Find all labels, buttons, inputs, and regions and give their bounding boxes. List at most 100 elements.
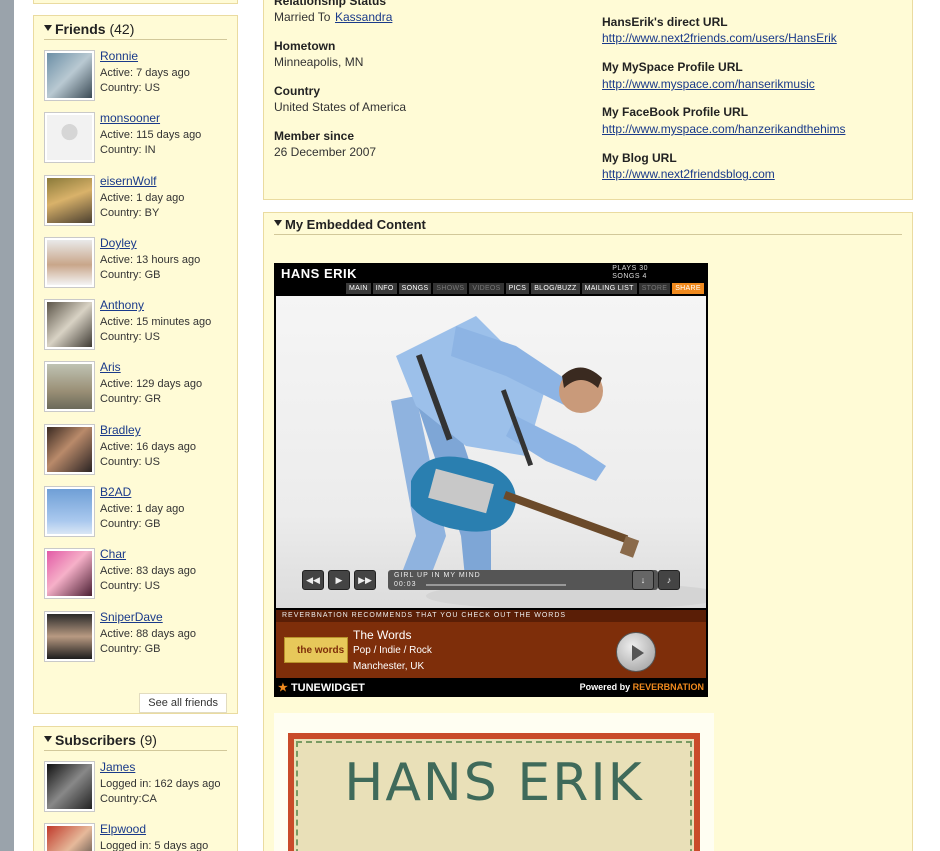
- friend-country: Country: US: [100, 82, 160, 94]
- facebook-link[interactable]: http://www.myspace.com/hanzerikandthehim…: [602, 122, 845, 136]
- widget-tab-store[interactable]: STORE: [638, 283, 671, 294]
- band-genre: Pop / Indie / Rock: [353, 645, 432, 656]
- avatar[interactable]: [44, 175, 95, 226]
- band-play-button[interactable]: [616, 632, 656, 672]
- powered-by-text: Powered by: [579, 682, 631, 692]
- embedded-header[interactable]: My Embedded Content: [274, 216, 902, 235]
- widget-tab-blog[interactable]: BLOG/BUZZ: [531, 283, 580, 294]
- widget-tab-share[interactable]: SHARE: [672, 283, 704, 294]
- friend-country: Country: GR: [100, 393, 162, 405]
- avatar[interactable]: [44, 486, 95, 537]
- avatar[interactable]: [44, 50, 95, 101]
- hometown-label: Hometown: [274, 39, 336, 53]
- profile-info-panel: Relationship Status Married To Kassandra…: [263, 0, 913, 200]
- friend-name-link[interactable]: monsooner: [100, 111, 160, 125]
- avatar[interactable]: [44, 823, 95, 851]
- friend-active: Active: 15 minutes ago: [100, 316, 212, 328]
- blog-label: My Blog URL: [602, 151, 677, 165]
- friend-item: Char Active: 83 days ago Country: US: [44, 547, 229, 602]
- friends-header[interactable]: Friends (42): [44, 21, 227, 40]
- friend-country: Country: GB: [100, 518, 161, 530]
- subscriber-item: James Logged in: 162 days ago Country:CA: [44, 760, 229, 815]
- avatar[interactable]: [44, 237, 95, 288]
- avatar[interactable]: [44, 112, 95, 163]
- blog-link[interactable]: http://www.next2friendsblog.com: [602, 167, 775, 181]
- recommended-band[interactable]: the words The Words Pop / Indie / Rock M…: [276, 622, 706, 678]
- download-icon[interactable]: ↓: [632, 570, 654, 590]
- tunewidget-label[interactable]: ★ TUNEWIDGET: [278, 681, 365, 694]
- collapse-triangle-icon[interactable]: [274, 220, 282, 226]
- friend-name-link[interactable]: Bradley: [100, 423, 141, 437]
- track-progress-bar[interactable]: [426, 584, 566, 586]
- friend-name-link[interactable]: SniperDave: [100, 610, 163, 624]
- friend-item: Aris Active: 129 days ago Country: GR: [44, 360, 229, 415]
- music-widget: HANS ERIK PLAYS 30 SONGS 4 MAIN INFO SON…: [274, 263, 708, 697]
- friend-item: Doyley Active: 13 hours ago Country: GB: [44, 236, 229, 291]
- friend-name-link[interactable]: eisernWolf: [100, 174, 156, 188]
- avatar[interactable]: [44, 424, 95, 475]
- friend-item: eisernWolf Active: 1 day ago Country: BY: [44, 174, 229, 229]
- country-label: Country: [274, 84, 320, 98]
- subscriber-name-link[interactable]: James: [100, 760, 135, 774]
- relationship-prefix: Married To: [274, 10, 331, 24]
- subscribers-header[interactable]: Subscribers (9): [44, 732, 227, 751]
- widget-tab-info[interactable]: INFO: [372, 283, 397, 294]
- friend-item: Anthony Active: 15 minutes ago Country: …: [44, 298, 229, 353]
- myspace-label: My MySpace Profile URL: [602, 60, 743, 74]
- friend-country: Country: US: [100, 456, 160, 468]
- friend-item: SniperDave Active: 88 days ago Country: …: [44, 610, 229, 665]
- friend-name-link[interactable]: Aris: [100, 360, 121, 374]
- partner-link[interactable]: Kassandra: [335, 10, 392, 24]
- volume-icon[interactable]: ♪: [658, 570, 680, 590]
- star-icon: ★: [278, 682, 288, 694]
- see-all-friends-button[interactable]: See all friends: [139, 693, 227, 713]
- subscriber-country: Country:CA: [100, 793, 157, 805]
- friend-country: Country: IN: [100, 144, 156, 156]
- friend-name-link[interactable]: Doyley: [100, 236, 137, 250]
- track-name: GIRL UP IN MY MIND: [394, 572, 481, 579]
- band-city: Manchester, UK: [353, 661, 425, 672]
- friend-name-link[interactable]: Ronnie: [100, 49, 138, 63]
- subscriber-logged: Logged in: 5 days ago: [100, 840, 209, 851]
- widget-tab-songs[interactable]: SONGS: [398, 283, 432, 294]
- widget-tab-main[interactable]: MAIN: [346, 283, 371, 294]
- collapse-triangle-icon[interactable]: [44, 736, 52, 742]
- friend-country: Country: GB: [100, 269, 161, 281]
- friends-count: (42): [109, 21, 135, 37]
- band-logo: the words: [284, 637, 348, 663]
- friend-name-link[interactable]: Anthony: [100, 298, 144, 312]
- embedded-title: My Embedded Content: [285, 217, 426, 232]
- friends-panel: Friends (42) Ronnie Active: 7 days ago C…: [33, 15, 238, 714]
- hometown-value: Minneapolis, MN: [274, 55, 364, 69]
- rewind-button[interactable]: ◀◀: [302, 570, 324, 590]
- member-since-value: 26 December 2007: [274, 145, 377, 159]
- avatar[interactable]: [44, 548, 95, 599]
- friend-name-link[interactable]: Char: [100, 547, 126, 561]
- friend-active: Active: 83 days ago: [100, 565, 197, 577]
- avatar[interactable]: [44, 361, 95, 412]
- widget-tab-mailing[interactable]: MAILING LIST: [581, 283, 637, 294]
- play-button[interactable]: ▶: [328, 570, 350, 590]
- widget-tab-shows[interactable]: SHOWS: [433, 283, 468, 294]
- tunewidget-text: TUNEWIDGET: [290, 682, 365, 694]
- widget-plays: PLAYS 30: [612, 265, 648, 272]
- subscriber-name-link[interactable]: Elpwood: [100, 822, 146, 836]
- collapse-triangle-icon[interactable]: [44, 25, 52, 31]
- avatar[interactable]: [44, 299, 95, 350]
- powered-by[interactable]: Powered by REVERBNATION: [580, 682, 704, 692]
- friend-active: Active: 1 day ago: [100, 192, 185, 204]
- band-logo-text: the words: [297, 645, 345, 656]
- track-time: 00:03: [394, 581, 417, 588]
- widget-tab-videos[interactable]: VIDEOS: [469, 283, 504, 294]
- friend-active: Active: 1 day ago: [100, 503, 185, 515]
- myspace-link[interactable]: http://www.myspace.com/hanserikmusic: [602, 77, 815, 91]
- avatar[interactable]: [44, 761, 95, 812]
- friend-item: Ronnie Active: 7 days ago Country: US: [44, 49, 229, 104]
- avatar[interactable]: [44, 611, 95, 662]
- friend-active: Active: 88 days ago: [100, 628, 197, 640]
- fast-forward-button[interactable]: ▶▶: [354, 570, 376, 590]
- widget-tab-pics[interactable]: PICS: [505, 283, 530, 294]
- friend-name-link[interactable]: B2AD: [100, 485, 131, 499]
- recommendation-bar: REVERBNATION RECOMMENDS THAT YOU CHECK O…: [276, 610, 706, 622]
- direct-url-link[interactable]: http://www.next2friends.com/users/HansEr…: [602, 31, 837, 45]
